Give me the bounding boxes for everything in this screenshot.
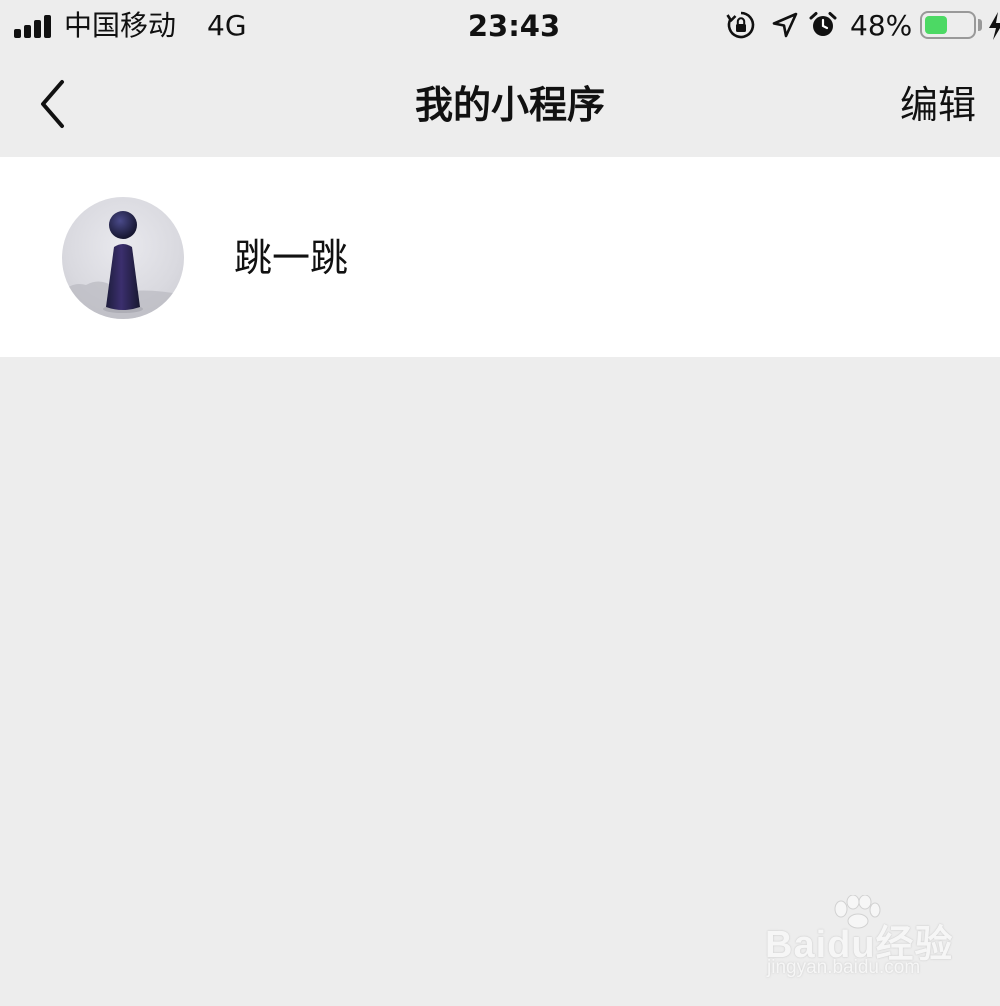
signal-icon (14, 14, 56, 38)
back-button[interactable] (28, 74, 78, 134)
battery-icon (920, 11, 976, 39)
jump-game-icon (62, 197, 184, 319)
baidu-watermark: Baidu经验 jingyan.baidu.com (765, 895, 965, 990)
carrier-name: 中国移动 (64, 9, 177, 42)
watermark-url: jingyan.baidu.com (767, 957, 921, 978)
battery-percentage: 48% (850, 9, 913, 42)
network-type: 4G (207, 9, 247, 42)
mini-program-list: 跳一跳 (0, 157, 1000, 357)
mini-program-name: 跳一跳 (234, 236, 349, 280)
rotation-lock-icon (726, 11, 755, 39)
page-title: 我的小程序 (414, 83, 605, 127)
list-item-mini-program[interactable]: 跳一跳 (0, 157, 1000, 357)
edit-button[interactable]: 编辑 (900, 80, 976, 130)
location-icon (772, 12, 798, 38)
battery-fill (925, 16, 948, 34)
battery-cap (978, 19, 982, 31)
charging-icon (989, 12, 1000, 40)
status-bar: 中国移动 4G 23:43 48% (0, 0, 1000, 52)
status-time: 23:43 (467, 9, 561, 43)
nav-bar: 我的小程序 编辑 (0, 52, 1000, 157)
alarm-icon (809, 12, 837, 36)
chevron-left-icon (41, 80, 64, 128)
